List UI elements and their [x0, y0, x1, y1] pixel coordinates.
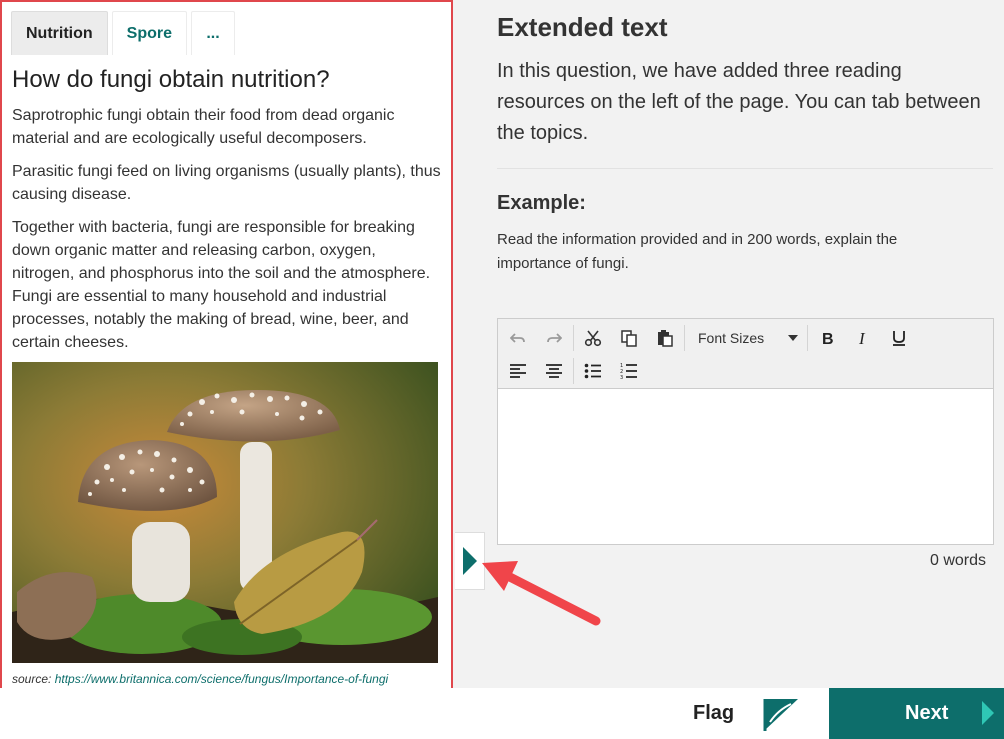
cut-button[interactable] [575, 323, 611, 353]
flag-label[interactable]: Flag [693, 702, 734, 725]
italic-icon: I [858, 330, 866, 346]
numbered-list-button[interactable]: 1 2 3 [611, 356, 647, 386]
toolbar-separator [573, 325, 574, 351]
tab-more[interactable]: ... [191, 11, 235, 55]
font-sizes-dropdown[interactable]: Font Sizes [686, 323, 806, 353]
bullet-list-icon [584, 363, 601, 379]
undo-icon [510, 333, 525, 343]
editor-text-area[interactable] [498, 389, 993, 544]
align-center-button[interactable] [536, 356, 572, 386]
resource-paragraph: Parasitic fungi feed on living organisms… [12, 163, 441, 203]
align-left-button[interactable] [500, 356, 536, 386]
resource-paragraph: Saprotrophic fungi obtain their food fro… [12, 107, 395, 147]
toolbar-row: Font Sizes B I [500, 322, 917, 354]
underline-button[interactable] [881, 323, 917, 353]
image-source: source: https://www.britannica.com/scien… [12, 672, 388, 686]
text-editor: Font Sizes B I 1 2 3 [497, 318, 994, 545]
resource-title: How do fungi obtain nutrition? [12, 66, 330, 93]
toolbar-separator [573, 358, 574, 384]
bold-button[interactable]: B [809, 323, 845, 353]
undo-button[interactable] [500, 323, 536, 353]
next-button[interactable]: Next [829, 688, 1004, 739]
triangle-right-icon [462, 547, 477, 575]
svg-text:I: I [858, 330, 866, 346]
triangle-right-icon [982, 701, 994, 725]
font-sizes-label: Font Sizes [698, 330, 765, 346]
example-label: Example: [497, 192, 586, 214]
redo-button[interactable] [536, 323, 572, 353]
copy-icon [621, 330, 637, 347]
italic-button[interactable]: I [845, 323, 881, 353]
example-text: Read the information provided and in 200… [497, 231, 898, 272]
underline-icon [893, 331, 905, 346]
numbered-list-icon: 1 2 3 [620, 363, 637, 380]
bullet-list-button[interactable] [575, 356, 611, 386]
mushroom-illustration [12, 362, 438, 663]
resource-panel: Nutrition Spore ... How do fungi obtain … [0, 0, 453, 698]
caret-down-icon [788, 335, 798, 341]
align-left-icon [510, 364, 526, 378]
bold-icon: B [822, 331, 834, 346]
svg-text:3: 3 [620, 375, 623, 380]
source-label: source: [12, 672, 52, 686]
redo-icon [547, 333, 562, 343]
resource-tabs: Nutrition Spore ... [11, 11, 235, 55]
tab-spore[interactable]: Spore [111, 11, 187, 55]
cut-icon [584, 330, 602, 347]
toolbar-row: 1 2 3 [500, 355, 647, 387]
toolbar-separator [807, 325, 808, 351]
mushroom-image [12, 362, 438, 663]
source-link[interactable]: https://www.britannica.com/science/fungu… [55, 672, 389, 686]
tab-nutrition[interactable]: Nutrition [11, 11, 108, 55]
align-center-icon [546, 364, 562, 378]
resource-content: How do fungi obtain nutrition? Saprotrop… [12, 66, 442, 364]
annotation-arrow-icon [482, 561, 601, 626]
footer-bar: Flag Next [0, 688, 1004, 739]
toolbar-separator [684, 325, 685, 351]
divider [497, 168, 993, 169]
paste-button[interactable] [647, 323, 683, 353]
resource-paragraph: Together with bacteria, fungi are respon… [12, 219, 431, 351]
word-count: 0 words [929, 552, 986, 569]
question-title: Extended text [497, 12, 668, 42]
flag-icon[interactable] [763, 698, 799, 732]
svg-text:B: B [822, 331, 834, 346]
editor-toolbar: Font Sizes B I 1 2 3 [498, 319, 993, 389]
paste-icon [658, 330, 673, 347]
question-intro: In this question, we have added three re… [497, 60, 981, 144]
next-label: Next [905, 702, 949, 724]
copy-button[interactable] [611, 323, 647, 353]
